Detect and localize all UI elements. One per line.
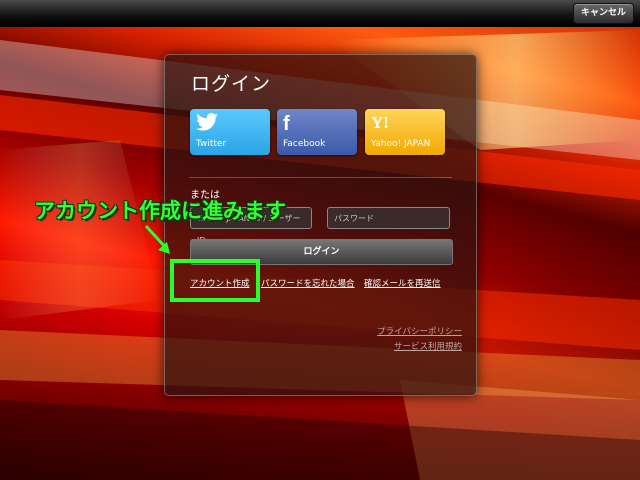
facebook-icon: f: [283, 113, 290, 135]
resend-confirmation-link[interactable]: 確認メールを再送信: [364, 277, 441, 289]
forgot-password-link[interactable]: パスワードを忘れた場合: [261, 277, 355, 289]
terms-of-service-link[interactable]: サービス利用規約: [394, 340, 462, 352]
facebook-login-button[interactable]: f Facebook: [277, 109, 357, 155]
page-title: ログイン: [191, 73, 272, 95]
annotation-arrow-icon: [144, 224, 170, 254]
annotation-highlight-box: [170, 259, 260, 302]
password-input[interactable]: パスワード: [327, 207, 450, 229]
cancel-button[interactable]: キャンセル: [572, 3, 634, 24]
annotation-callout: アカウント作成に進みます: [34, 199, 286, 223]
twitter-login-button[interactable]: Twitter: [190, 109, 270, 155]
divider: [189, 177, 452, 178]
yahoo-icon: Y!: [371, 113, 389, 132]
facebook-label: Facebook: [283, 139, 326, 149]
top-toolbar: キャンセル: [0, 0, 640, 27]
yahoo-login-button[interactable]: Y! Yahoo! JAPAN: [365, 109, 445, 155]
twitter-label: Twitter: [196, 139, 227, 149]
yahoo-label: Yahoo! JAPAN: [371, 139, 431, 149]
privacy-policy-link[interactable]: プライバシーポリシー: [377, 325, 462, 337]
twitter-icon: [196, 113, 218, 136]
login-panel: ログイン Twitter f Facebook Y! Yahoo! JAPAN …: [164, 54, 477, 396]
